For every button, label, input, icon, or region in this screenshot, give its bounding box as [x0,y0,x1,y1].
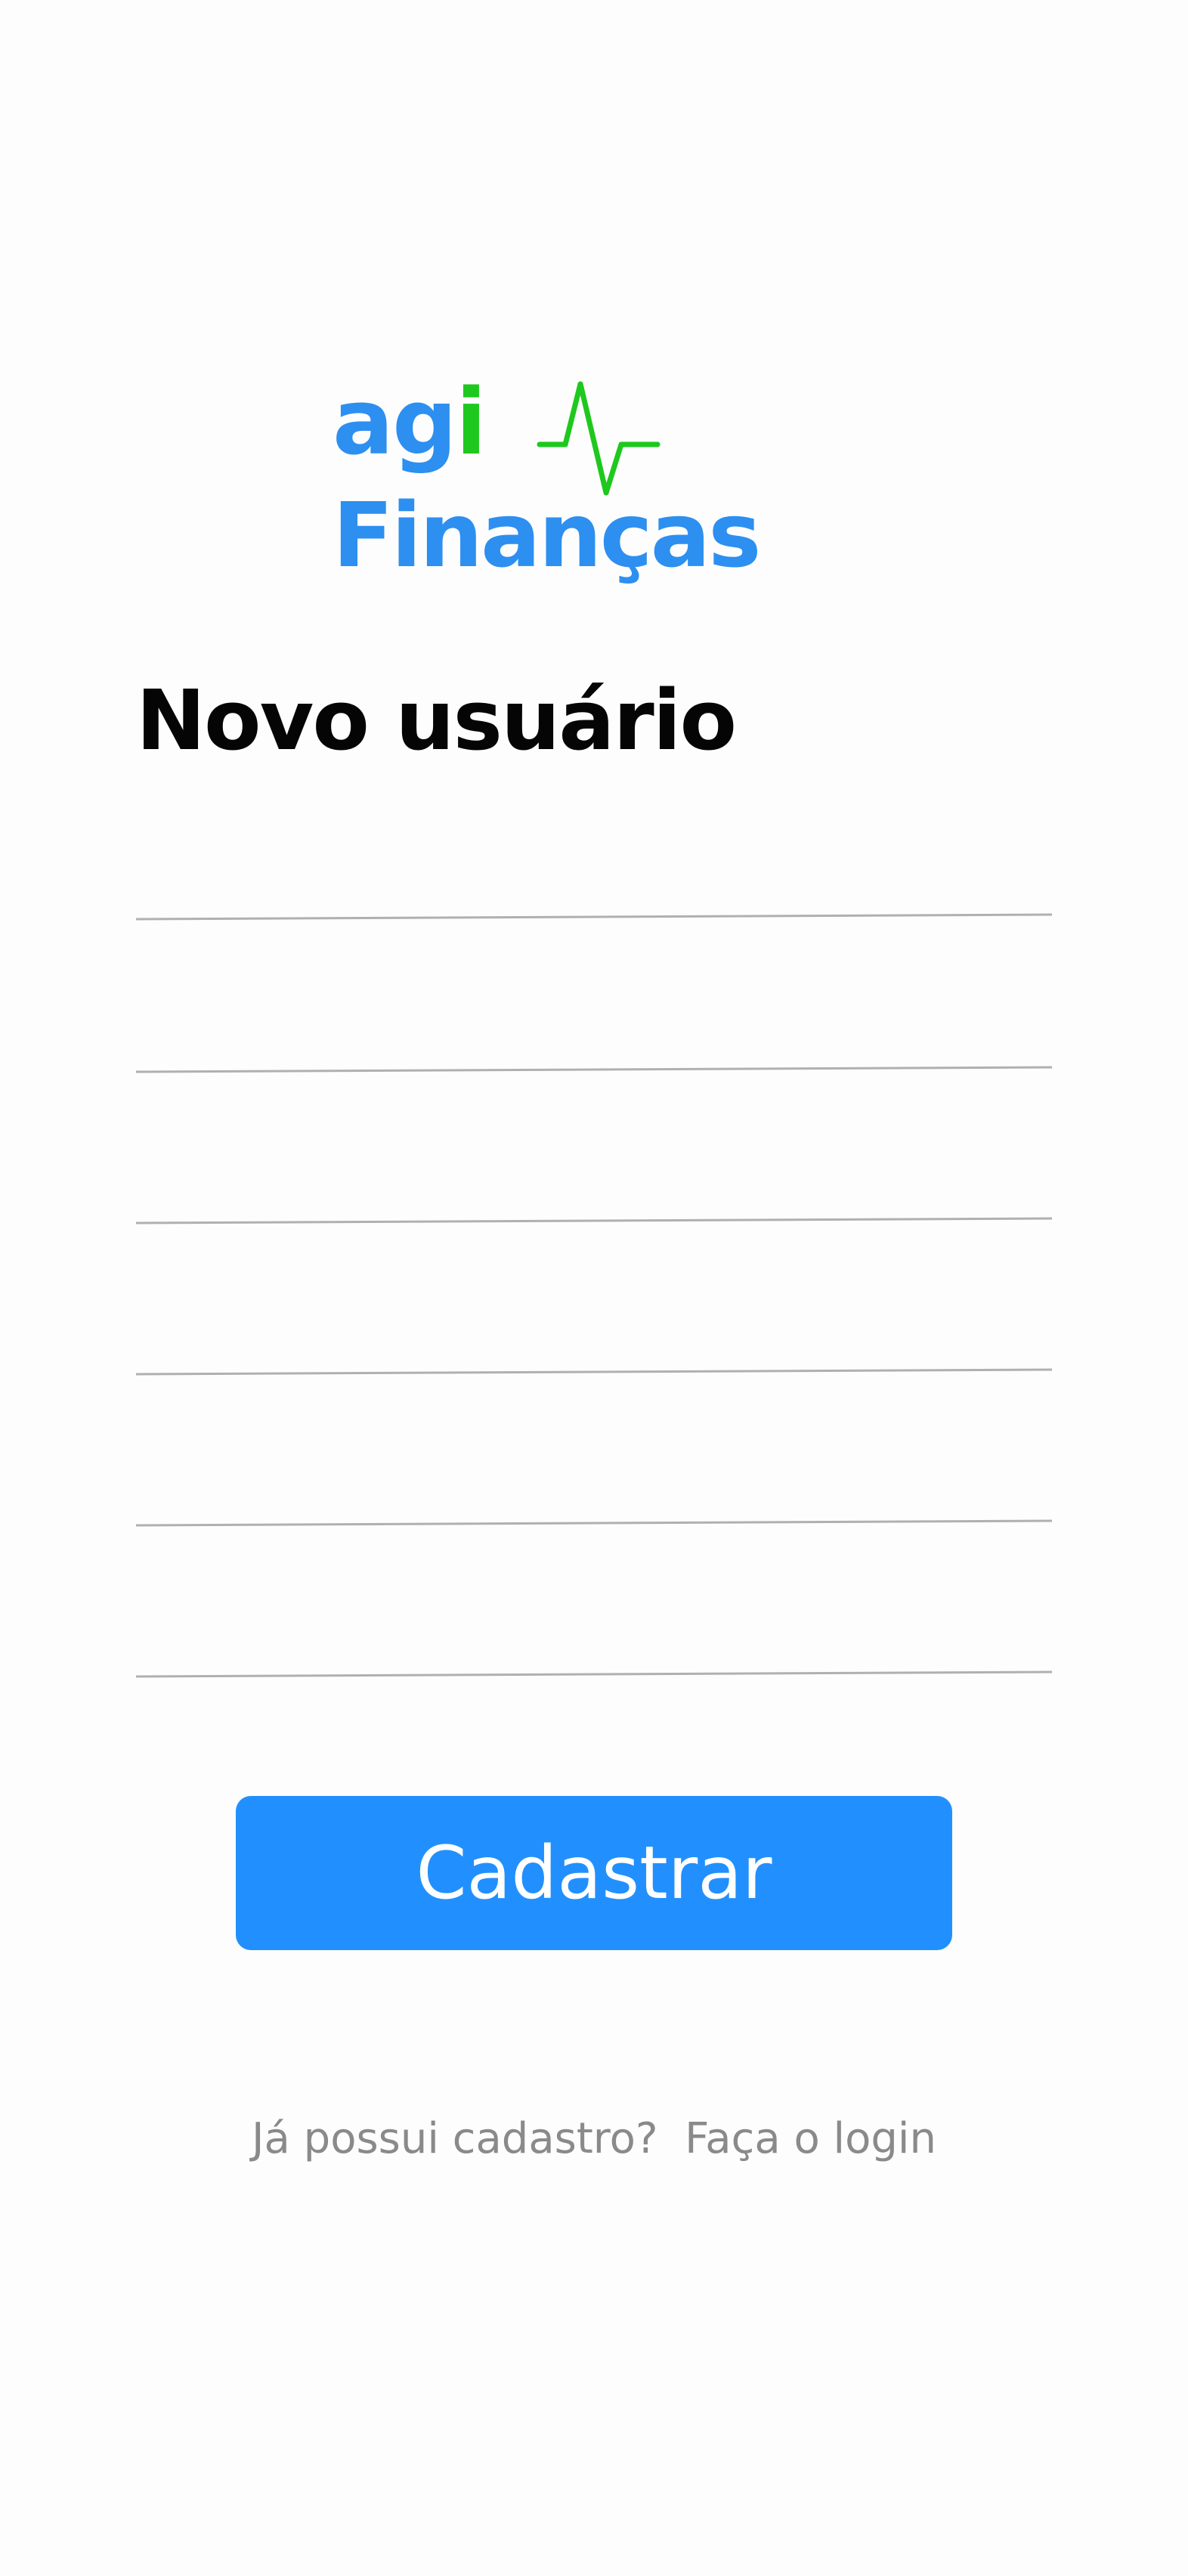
text-input-3[interactable] [136,1113,1052,1226]
text-input-5[interactable] [136,1415,1052,1528]
logo-agi-letters: ag [333,370,457,475]
field-underline [136,1670,1052,1678]
text-input-6[interactable] [136,1566,1052,1680]
form-field-4[interactable] [136,1264,1052,1377]
form-field-1[interactable] [136,809,1052,922]
field-underline [136,1217,1052,1225]
registration-form [136,756,1052,1693]
logo-wordmark-agi: agi [333,370,487,476]
field-underline [136,913,1052,921]
form-field-2[interactable] [136,961,1052,1075]
field-underline [136,1368,1052,1376]
text-input-1[interactable] [136,809,1052,922]
logo-i-letter: i [455,370,487,475]
login-prompt-question: Já possui cadastro? [252,2114,658,2163]
app-logo: agi Finanças [333,370,762,605]
form-field-6[interactable] [136,1566,1052,1680]
text-input-4[interactable] [136,1264,1052,1377]
form-field-5[interactable] [136,1415,1052,1528]
field-underline [136,1066,1052,1073]
text-input-2[interactable] [136,961,1052,1075]
logo-wordmark-financas: Finanças [333,483,762,587]
login-prompt: Já possui cadastro? Faça o login [0,2109,1188,2169]
login-link[interactable]: Faça o login [685,2114,936,2163]
field-underline [136,1519,1052,1527]
pulse-icon [537,381,661,496]
register-button[interactable]: Cadastrar [236,1796,952,1950]
form-field-3[interactable] [136,1113,1052,1226]
